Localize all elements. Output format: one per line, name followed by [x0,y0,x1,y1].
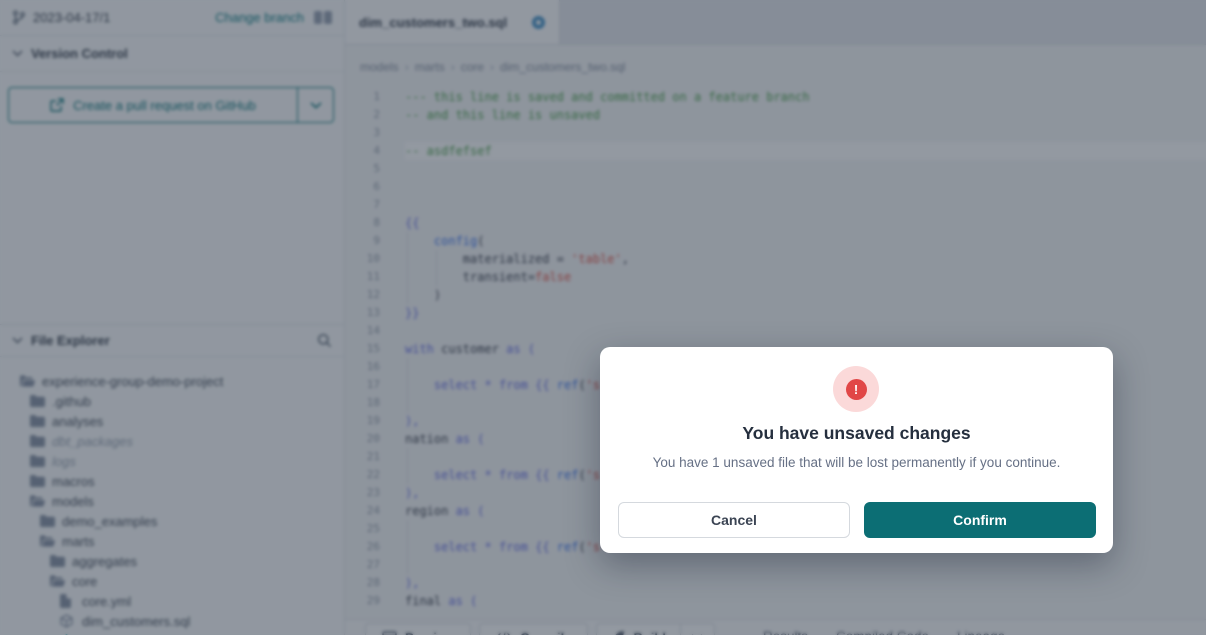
alert-icon-ring: ! [833,366,879,412]
confirm-button[interactable]: Confirm [864,502,1096,538]
unsaved-changes-modal: ! You have unsaved changes You have 1 un… [600,347,1113,553]
modal-actions: Cancel Confirm [618,502,1096,538]
alert-icon: ! [846,379,867,400]
modal-body-text: You have 1 unsaved file that will be los… [600,455,1113,470]
modal-title: You have unsaved changes [600,423,1113,444]
app-window: 2023-04-17/1 Change branch Version Contr… [0,0,1206,635]
cancel-button[interactable]: Cancel [618,502,850,538]
